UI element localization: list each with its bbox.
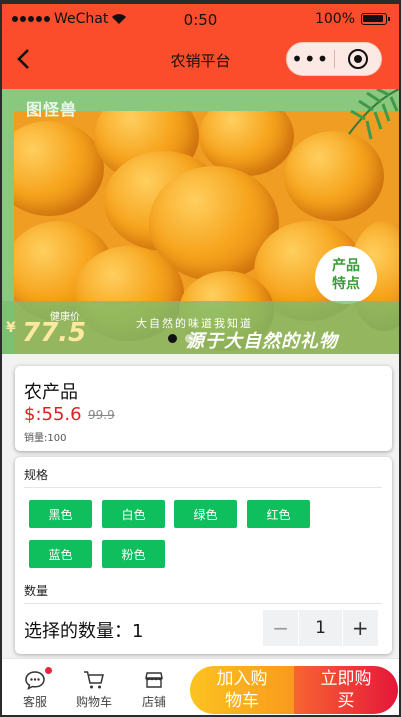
notification-dot	[45, 667, 52, 674]
battery-status: 100%	[314, 11, 390, 27]
badge-line-2: 特点	[332, 276, 360, 292]
decrement-button[interactable]: −	[263, 610, 299, 646]
close-program-button[interactable]	[334, 49, 381, 69]
status-bar: WeChat 0:50 100%	[2, 4, 399, 34]
product-banner[interactable]: 图怪兽 产品 特点 健康价 ¥ 77.5 大自然的味道我知道 源于大自然的礼物	[2, 89, 399, 354]
store-icon	[145, 672, 163, 688]
feature-badge: 产品 特点	[315, 246, 377, 304]
option-black[interactable]: 黑色	[29, 500, 92, 528]
banner-price: 健康价 ¥ 77.5	[6, 308, 118, 352]
quantity-title: 数量	[24, 584, 49, 598]
spec-panel: 规格 黑色 白色 绿色 红色 蓝色 粉色 数量 选择的数量：1 − 1 +	[15, 457, 392, 654]
battery-icon	[361, 13, 390, 25]
carousel-dot-active[interactable]	[168, 334, 177, 343]
store-tab[interactable]: 店铺	[129, 667, 179, 710]
service-label: 客服	[22, 695, 47, 709]
carousel-dot[interactable]	[185, 334, 194, 343]
banner-price-value: 77.5	[22, 318, 87, 348]
buy-now-button[interactable]: 立即购买	[294, 666, 398, 714]
palm-leaf-icon	[348, 89, 399, 140]
sales-count: 销量:100	[24, 433, 67, 444]
original-price: 99.9	[88, 408, 115, 422]
option-blue[interactable]: 蓝色	[29, 540, 92, 568]
quantity-label-text: 选择的数量：	[24, 621, 132, 642]
mini-program-capsule: •••	[286, 42, 382, 76]
quantity-stepper: − 1 +	[263, 610, 378, 646]
banner-slogan-big: 源于大自然的礼物	[186, 331, 338, 352]
cart-tab[interactable]: 购物车	[69, 667, 119, 710]
shopping-cart-icon	[84, 671, 104, 689]
bottom-action-bar: 客服 购物车 店铺 加入购物车 立即购买	[2, 658, 399, 715]
header: WeChat 0:50 100% 农销平台 •••	[2, 4, 399, 89]
product-price: $:55.6	[24, 404, 82, 425]
carousel-indicators[interactable]	[168, 334, 194, 343]
app-frame: WeChat 0:50 100% 农销平台 ••• 图怪兽 产品 特点 健康价 …	[0, 0, 401, 717]
spec-title: 规格	[24, 468, 49, 482]
store-label: 店铺	[141, 695, 166, 709]
option-pink[interactable]: 粉色	[102, 540, 165, 568]
quantity-divider	[24, 603, 382, 604]
watermark-logo: 图怪兽	[26, 100, 78, 119]
chat-bubble-icon	[25, 671, 45, 690]
increment-button[interactable]: +	[342, 610, 378, 646]
option-green[interactable]: 绿色	[174, 500, 237, 528]
product-name: 农产品	[24, 382, 78, 403]
add-to-cart-label: 加入购物车	[216, 669, 268, 711]
battery-percent: 100%	[314, 11, 355, 27]
buy-now-label: 立即购买	[320, 669, 372, 711]
option-red[interactable]: 红色	[247, 500, 310, 528]
badge-line-1: 产品	[332, 258, 360, 274]
quantity-input[interactable]: 1	[299, 610, 342, 646]
cart-label: 购物车	[75, 695, 112, 709]
spec-divider	[24, 487, 382, 488]
more-icon[interactable]: •••	[287, 47, 334, 71]
quantity-display: 1	[132, 621, 144, 642]
nav-bar: 农销平台 •••	[2, 34, 399, 89]
product-info-card: 农产品 $:55.6 99.9 销量:100	[15, 366, 392, 451]
banner-currency: ¥	[6, 320, 16, 336]
option-white[interactable]: 白色	[102, 500, 165, 528]
target-icon	[347, 49, 368, 69]
service-tab[interactable]: 客服	[10, 667, 60, 710]
quantity-label: 选择的数量：1	[24, 617, 143, 643]
add-to-cart-button[interactable]: 加入购物车	[190, 666, 294, 714]
